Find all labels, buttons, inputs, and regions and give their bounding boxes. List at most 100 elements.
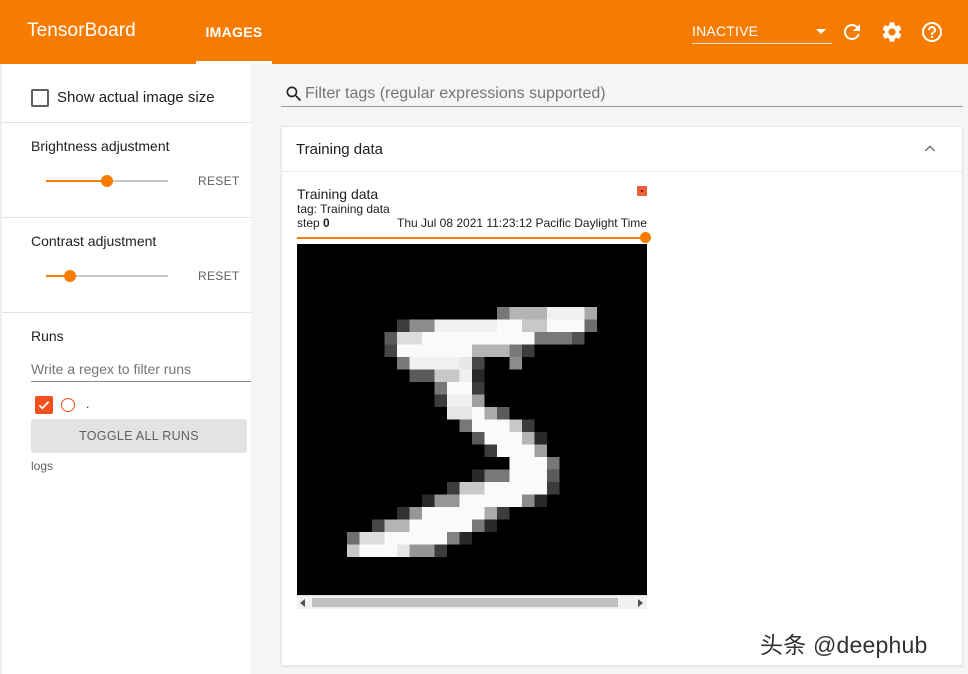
digit-pixel [447,382,472,395]
digit-pixel [472,419,510,432]
digit-pixel [534,444,547,457]
digit-pixel [509,307,547,320]
digit-pixel [547,469,560,482]
card-header[interactable]: Training data [282,127,962,172]
digit-pixel [459,482,485,495]
tab-images[interactable]: IMAGES [196,0,272,64]
digit-pixel [359,544,397,557]
digit-pixel [447,394,472,407]
help-icon[interactable] [920,20,944,44]
tag-filter-input[interactable]: Filter tags (regular expressions support… [305,85,963,107]
check-icon [38,401,50,410]
image-display [297,244,647,595]
digit-pixel [472,519,485,532]
digit-pixel [484,407,497,420]
sidebar-divider [0,122,251,123]
step-value: 0 [323,216,330,230]
reload-icon[interactable] [840,20,864,44]
brightness-reset-button[interactable]: RESET [198,174,240,188]
digit-pixel [397,332,422,345]
digit-pixel [472,394,485,407]
show-actual-size-checkbox[interactable] [31,89,49,107]
digit-pixel [547,307,585,320]
digit-pixel [422,494,435,507]
image-card-title: Training data [297,186,379,202]
step-slider[interactable] [297,237,645,239]
scrollbar-thumb[interactable] [312,598,618,607]
digit-pixel [472,432,485,445]
digit-pixel [434,369,460,382]
digit-pixel [547,482,560,495]
digit-pixel [509,344,522,357]
digit-pixel [534,432,547,445]
scroll-right-arrow-icon[interactable] [638,599,643,607]
digit-pixel [522,319,547,332]
digit-pixel [509,419,522,432]
digit-pixel [384,532,447,545]
app-brand[interactable]: TensorBoard [27,20,136,42]
runs-filter-input[interactable]: Write a regex to filter runs [31,358,251,382]
brightness-slider-fill [46,180,107,182]
brightness-slider-thumb[interactable] [101,175,113,187]
scroll-left-arrow-icon[interactable] [300,599,305,607]
digit-pixel [484,507,497,520]
digit-pixel [472,382,485,395]
digit-pixel [397,344,472,357]
digit-pixel [522,432,535,445]
digit-pixel [384,344,397,357]
digit-pixel [459,357,472,370]
digit-pixel [472,407,485,420]
chevron-down-icon [816,29,826,34]
digit-pixel [434,544,447,557]
expand-icon[interactable] [637,186,647,196]
toggle-all-runs-button[interactable]: TOGGLE ALL RUNS [31,419,247,453]
digit-pixel [472,469,485,482]
digit-pixel [584,319,597,332]
digit-pixel [434,382,447,395]
show-actual-size-label: Show actual image size [57,89,215,106]
digit-pixel [434,494,460,507]
run-name: . [86,397,90,411]
runs-title: Runs [31,328,64,344]
digit-pixel [359,532,385,545]
digit-pixel [409,519,472,532]
digit-pixel [584,307,597,320]
digit-pixel [447,532,460,545]
digit-pixel [547,457,560,470]
digit-pixel [409,507,422,520]
digit-pixel [384,332,397,345]
dashboard-select[interactable]: INACTIVE [692,18,832,44]
contrast-reset-button[interactable]: RESET [198,269,240,283]
digit-pixel [397,357,410,370]
digit-pixel [472,344,510,357]
image-horizontal-scrollbar[interactable] [297,595,647,609]
digit-pixel [472,357,485,370]
gear-icon[interactable] [880,20,904,44]
step-slider-thumb[interactable] [640,232,651,243]
chevron-up-icon[interactable] [922,141,938,157]
sidebar-divider [0,217,251,218]
digit-pixel [347,532,360,545]
dashboard-select-value: INACTIVE [692,23,759,39]
digit-pixel [497,319,522,332]
search-icon [286,86,302,102]
step-label: step [297,216,320,230]
brightness-slider[interactable] [46,175,168,187]
contrast-slider[interactable] [46,270,168,282]
digit-pixel [459,419,472,432]
run-checkbox[interactable] [35,396,53,414]
digit-pixel [397,544,410,557]
digit-pixel [409,357,460,370]
digit-pixel [422,332,535,345]
digit-pixel [459,494,522,507]
image-step: step 0 [297,216,330,230]
digit-pixel [522,494,535,507]
sidebar-divider [0,312,251,313]
contrast-title: Contrast adjustment [31,233,157,249]
digit-pixel [484,469,510,482]
digit-pixel [534,332,572,345]
digit-pixel [522,419,535,432]
digit-pixel [459,532,472,545]
run-color-radio[interactable] [61,398,75,412]
digit-pixel [484,444,497,457]
